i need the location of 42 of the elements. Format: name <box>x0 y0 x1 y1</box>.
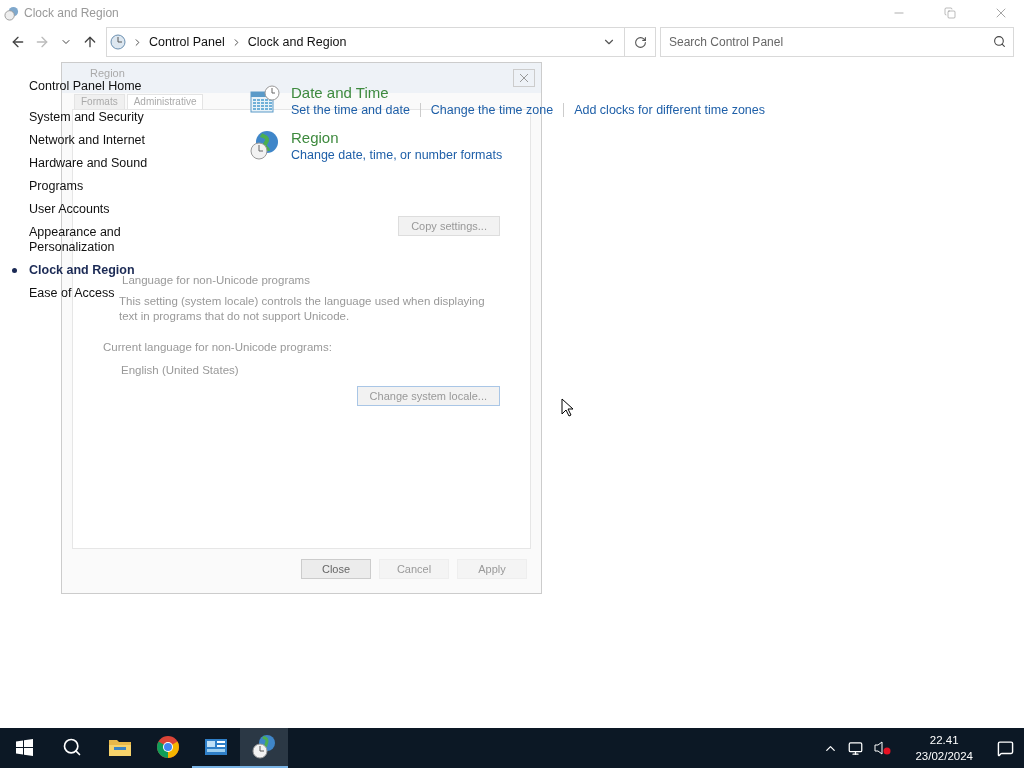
task-link[interactable]: Add clocks for different time zones <box>574 103 765 117</box>
taskbar-app[interactable] <box>240 728 288 768</box>
dialog-button[interactable]: Close <box>301 559 371 579</box>
network-icon[interactable] <box>848 740 864 756</box>
dialog-title: Region <box>90 67 126 79</box>
task-link[interactable]: Change date, time, or number formats <box>291 148 503 162</box>
locale-value: English (United States) <box>121 363 239 378</box>
up-icon[interactable] <box>82 34 98 50</box>
refresh-icon[interactable] <box>633 35 647 49</box>
sidebar-item[interactable]: System and Security <box>12 110 144 125</box>
category-title[interactable]: Date and Time <box>291 84 389 101</box>
description-text: This setting (system locale) controls the language used when displaying text in programs that do not support Unicode. <box>119 294 486 324</box>
folder-icon <box>108 737 132 757</box>
sidebar-item[interactable]: Programs <box>12 179 84 194</box>
globe-clock-icon <box>251 734 277 760</box>
search-field[interactable]: Search Control Panel <box>660 27 1014 57</box>
category-title[interactable]: Region <box>291 129 339 146</box>
task-link[interactable]: Set the time and date <box>291 103 410 117</box>
field-label: Current language for non-Unicode programs: <box>103 340 332 355</box>
sidebar-item[interactable]: Ease of Access <box>12 286 115 301</box>
task-link[interactable]: Change the time zone <box>430 103 554 117</box>
sidebar-item[interactable]: User Accounts <box>12 202 110 217</box>
chrome-icon <box>156 735 180 759</box>
home-link[interactable]: Control Panel Home <box>29 79 142 93</box>
breadcrumb[interactable]: Clock and Region <box>247 35 347 49</box>
search-icon[interactable] <box>62 737 82 757</box>
breadcrumb[interactable]: Control Panel <box>149 35 225 49</box>
cursor-icon <box>561 398 573 417</box>
sidebar-item[interactable]: Network and Internet <box>12 133 146 148</box>
search-icon <box>993 35 1006 48</box>
notifications-icon[interactable] <box>997 739 1014 757</box>
muted-speaker-icon[interactable] <box>873 740 892 756</box>
globe-clock-icon <box>4 5 19 21</box>
date-text: 23/02/2024 <box>915 749 973 764</box>
time-text: 22.41 <box>929 733 959 748</box>
clock[interactable]: 22.41 23/02/2024 <box>901 732 987 764</box>
sidebar-item[interactable]: Hardware and Sound <box>12 156 148 171</box>
back-icon[interactable] <box>10 34 26 50</box>
sidebar-item[interactable]: Appearance and Personalization <box>12 225 149 255</box>
address-bar[interactable]: Control Panel Clock and Region <box>106 27 656 57</box>
windows-logo-icon[interactable] <box>15 738 33 756</box>
window-title: Clock and Region <box>24 6 120 20</box>
